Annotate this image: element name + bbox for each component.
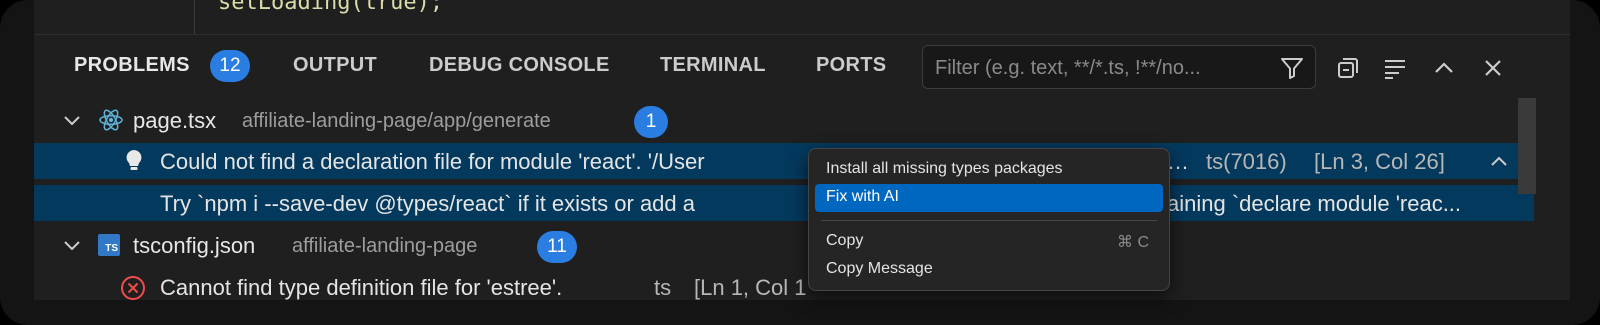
menu-separator [821,220,1157,221]
collapse-all-icon[interactable] [1334,54,1362,82]
problem-row-selected-hint[interactable]: Try `npm i --save-dev @types/react` if i… [34,185,1534,221]
menu-item-fix-with-ai[interactable]: Fix with AI [815,184,1163,212]
problem-hint: Try `npm i --save-dev @types/react` if i… [160,191,696,216]
menu-item-label: Copy [826,232,864,249]
menu-item-label: Copy Message [826,260,933,277]
editor-gutter-divider [194,0,195,34]
menu-item-copy-message[interactable]: Copy Message [815,256,1163,284]
problems-count-badge: 12 [210,50,250,82]
filter-placeholder: Filter (e.g. text, **/*.ts, !**/no... [935,57,1201,79]
tab-terminal[interactable]: TERMINAL [660,54,766,77]
react-file-icon [99,109,123,131]
lightbulb-icon[interactable] [124,148,144,174]
editor-peek-area: setLoading(true); [34,0,1570,34]
problem-location: [Ln 3, Col 26] [1314,149,1445,174]
chevron-up-icon[interactable] [1489,152,1509,172]
file-name: tsconfig.json [133,233,256,258]
scrollbar-thumb[interactable] [1518,98,1536,194]
problem-source: ts [654,275,672,300]
menu-item-shortcut: ⌘ C [1117,234,1149,251]
problem-message: Could not find a declaration file for mo… [160,149,705,174]
error-icon [121,276,145,300]
tab-debug-console[interactable]: DEBUG CONSOLE [429,54,610,77]
menu-item-label: Install all missing types packages [826,160,1063,177]
close-icon[interactable] [1479,54,1507,82]
chevron-down-icon[interactable] [62,235,82,255]
chevron-down-icon[interactable] [62,110,82,130]
menu-item-copy[interactable]: Copy ⌘ C [815,228,1163,256]
problem-message-ellipsis: … [1167,149,1189,174]
context-menu: Install all missing types packages Fix w… [808,148,1170,291]
editor-code-line: setLoading(true); [218,0,444,15]
filter-icon[interactable] [1279,55,1305,81]
problem-row[interactable]: Cannot find type definition file for 'es… [34,269,1534,300]
problem-location: [Ln 1, Col 1 [694,275,807,300]
tab-ports[interactable]: PORTS [816,54,886,77]
file-path: affiliate-landing-page [292,235,478,257]
problem-hint-end: aining `declare module 'reac... [1167,191,1462,216]
tsconfig-file-icon: TS [98,234,120,256]
panel-top-border [34,34,1570,35]
app-window-frame: setLoading(true); PROBLEMS 12 OUTPUT DEB… [0,0,1600,325]
chevron-up-icon[interactable] [1430,54,1458,82]
tab-problems[interactable]: PROBLEMS [74,54,190,77]
tab-output[interactable]: OUTPUT [293,54,377,77]
menu-item-install-types[interactable]: Install all missing types packages [815,156,1163,184]
word-wrap-icon[interactable] [1381,54,1409,82]
filter-input[interactable]: Filter (e.g. text, **/*.ts, !**/no... [922,45,1316,89]
problem-file-row[interactable]: page.tsx affiliate-landing-page/app/gene… [34,102,1534,138]
problem-source: ts(7016) [1206,149,1287,174]
file-path: affiliate-landing-page/app/generate [242,110,551,132]
problem-file-row[interactable]: TS tsconfig.json affiliate-landing-page … [34,227,1534,263]
file-problem-count-badge: 1 [634,106,668,138]
problems-panel: setLoading(true); PROBLEMS 12 OUTPUT DEB… [34,0,1570,300]
problem-row-selected[interactable]: Could not find a declaration file for mo… [34,143,1534,179]
problem-message: Cannot find type definition file for 'es… [160,275,563,300]
file-problem-count-badge: 11 [537,231,577,263]
menu-item-label: Fix with AI [826,188,899,205]
tab-problems-label: PROBLEMS [74,54,190,76]
file-name: page.tsx [133,108,217,133]
